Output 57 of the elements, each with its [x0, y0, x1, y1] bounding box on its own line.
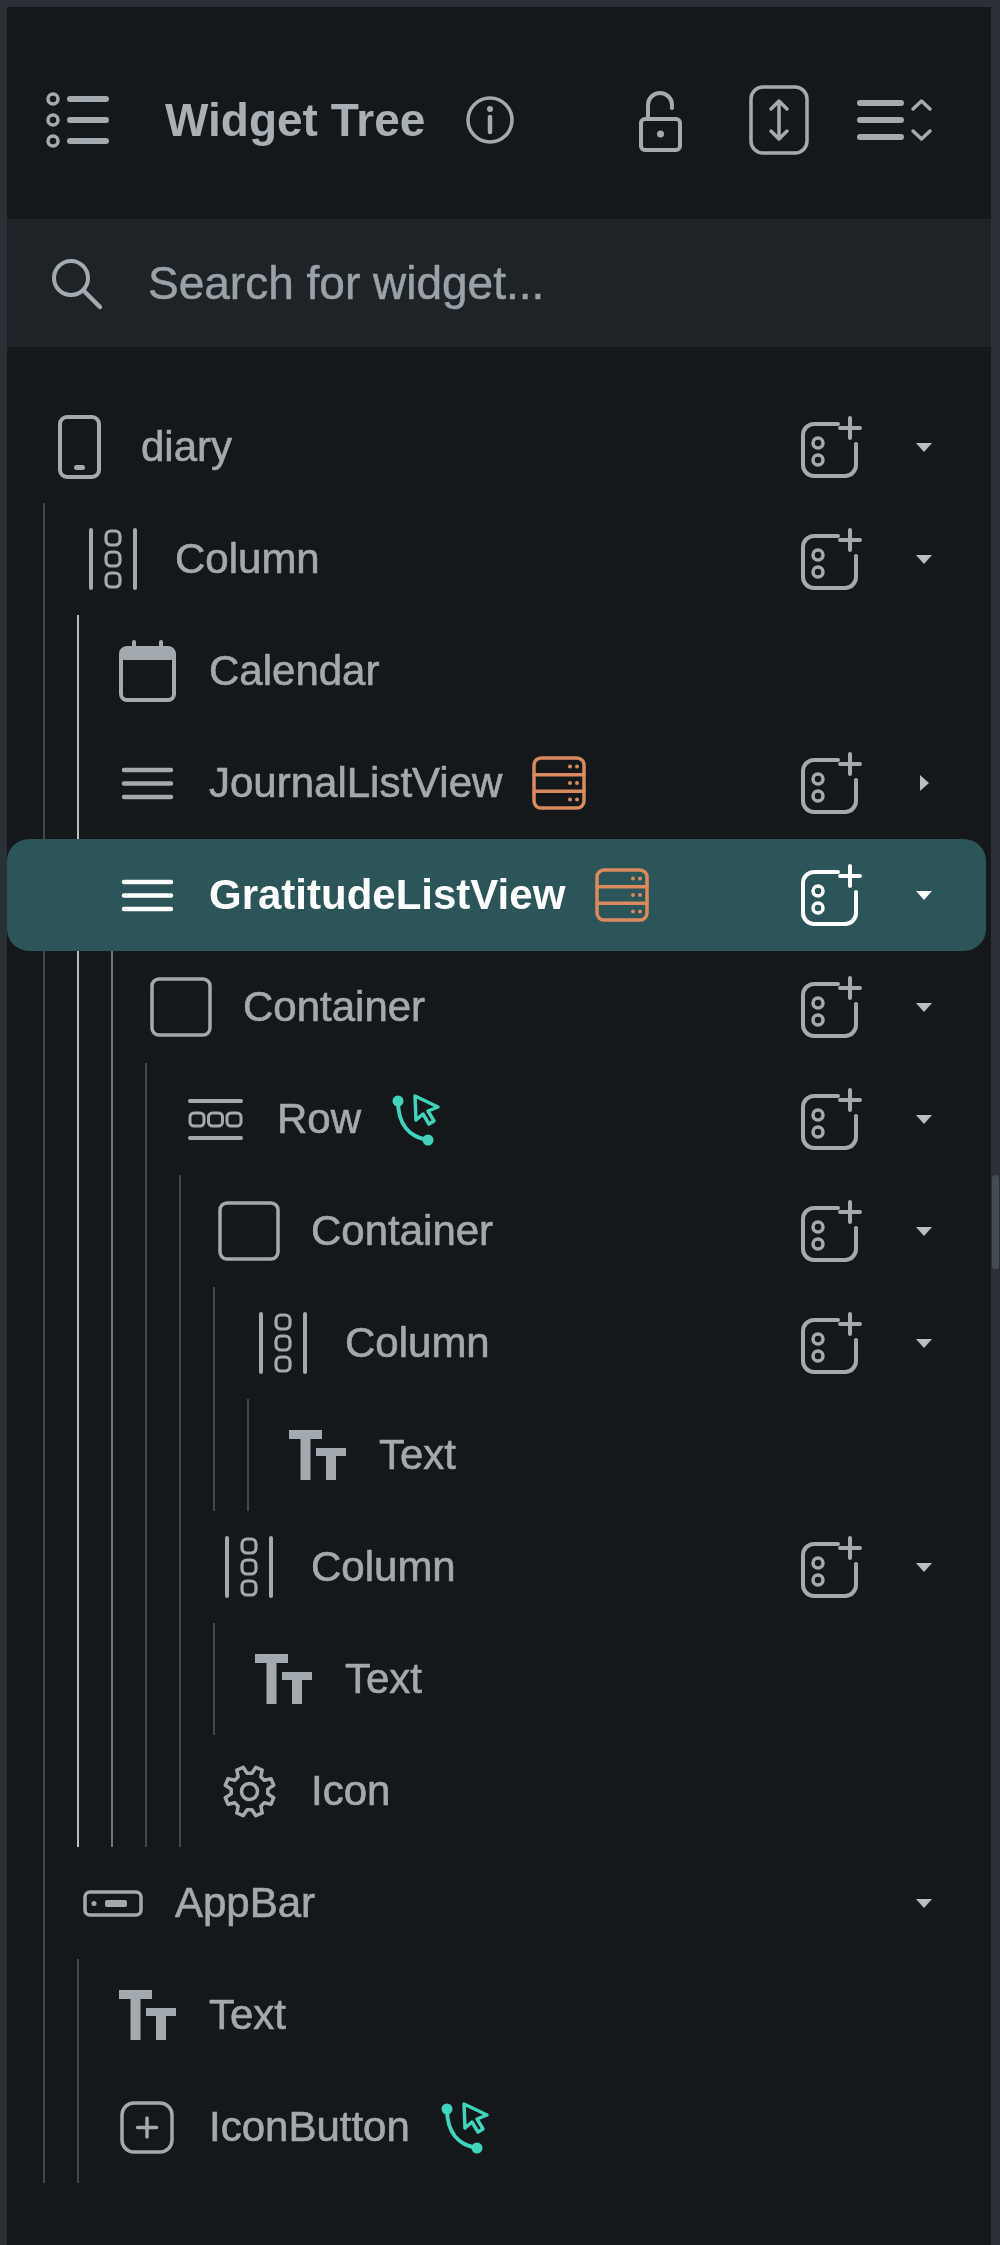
caret-down-icon[interactable]: [916, 890, 932, 900]
caret-down-icon[interactable]: [916, 554, 932, 564]
app-bar-icon: [83, 1889, 143, 1917]
tree-item[interactable]: Column: [7, 1511, 986, 1623]
tree-item[interactable]: Container: [7, 1175, 986, 1287]
search-icon: [50, 256, 103, 310]
column-layout-icon: [224, 1535, 274, 1599]
tree-item[interactable]: Container: [7, 951, 986, 1063]
column-layout-icon: [258, 1311, 308, 1375]
caret-down-icon[interactable]: [916, 1562, 932, 1572]
row-layout-icon: [186, 1097, 244, 1141]
tree-item[interactable]: diary: [7, 391, 986, 503]
tree-item[interactable]: GratitudeListView: [7, 839, 986, 951]
caret-down-icon[interactable]: [916, 1114, 932, 1124]
add-widget-icon[interactable]: [800, 1088, 864, 1150]
padlock-icon[interactable]: [638, 88, 683, 152]
info-icon[interactable]: [465, 95, 516, 145]
caret-down-icon[interactable]: [916, 1226, 932, 1236]
calendar-icon: [118, 640, 176, 702]
lines-chevrons-icon[interactable]: [857, 96, 934, 144]
tree-item[interactable]: Text: [7, 1623, 986, 1735]
plus-square-icon: [120, 2100, 174, 2154]
tree-item[interactable]: Text: [7, 1399, 986, 1511]
tree-item[interactable]: Row: [7, 1063, 986, 1175]
bullet-list-icon: [45, 91, 110, 149]
tree-item[interactable]: Calendar: [7, 615, 986, 727]
add-widget-icon[interactable]: [800, 752, 864, 814]
text-format-icon: [118, 1990, 176, 2040]
tree-item[interactable]: Text: [7, 1959, 986, 2071]
caret-down-icon[interactable]: [916, 442, 932, 452]
tree-item[interactable]: Icon: [7, 1735, 986, 1847]
add-widget-icon[interactable]: [800, 416, 864, 478]
add-widget-icon[interactable]: [800, 864, 864, 926]
text-format-icon: [288, 1430, 346, 1480]
add-widget-icon[interactable]: [800, 1200, 864, 1262]
tree-item[interactable]: Column: [7, 503, 986, 615]
list-icon: [120, 766, 174, 800]
panel-title: Widget Tree: [165, 93, 426, 147]
tree-item[interactable]: Column: [7, 1287, 986, 1399]
add-widget-icon[interactable]: [800, 976, 864, 1038]
tree-item[interactable]: AppBar: [7, 1847, 986, 1959]
caret-right-icon[interactable]: [919, 775, 929, 791]
scrollbar-thumb[interactable]: [992, 1175, 999, 1269]
column-layout-icon: [88, 527, 138, 591]
phone-icon: [57, 415, 101, 479]
list-icon: [120, 878, 174, 912]
text-format-icon: [254, 1654, 312, 1704]
tree-item[interactable]: IconButton: [7, 2071, 986, 2183]
square-icon: [218, 1201, 280, 1261]
add-widget-icon[interactable]: [800, 528, 864, 590]
caret-down-icon[interactable]: [916, 1338, 932, 1348]
square-icon: [150, 977, 212, 1037]
caret-down-icon[interactable]: [916, 1898, 932, 1908]
caret-down-icon[interactable]: [916, 1002, 932, 1012]
tree-item[interactable]: JournalListView: [7, 727, 986, 839]
add-widget-icon[interactable]: [800, 1312, 864, 1374]
add-widget-icon[interactable]: [800, 1536, 864, 1598]
